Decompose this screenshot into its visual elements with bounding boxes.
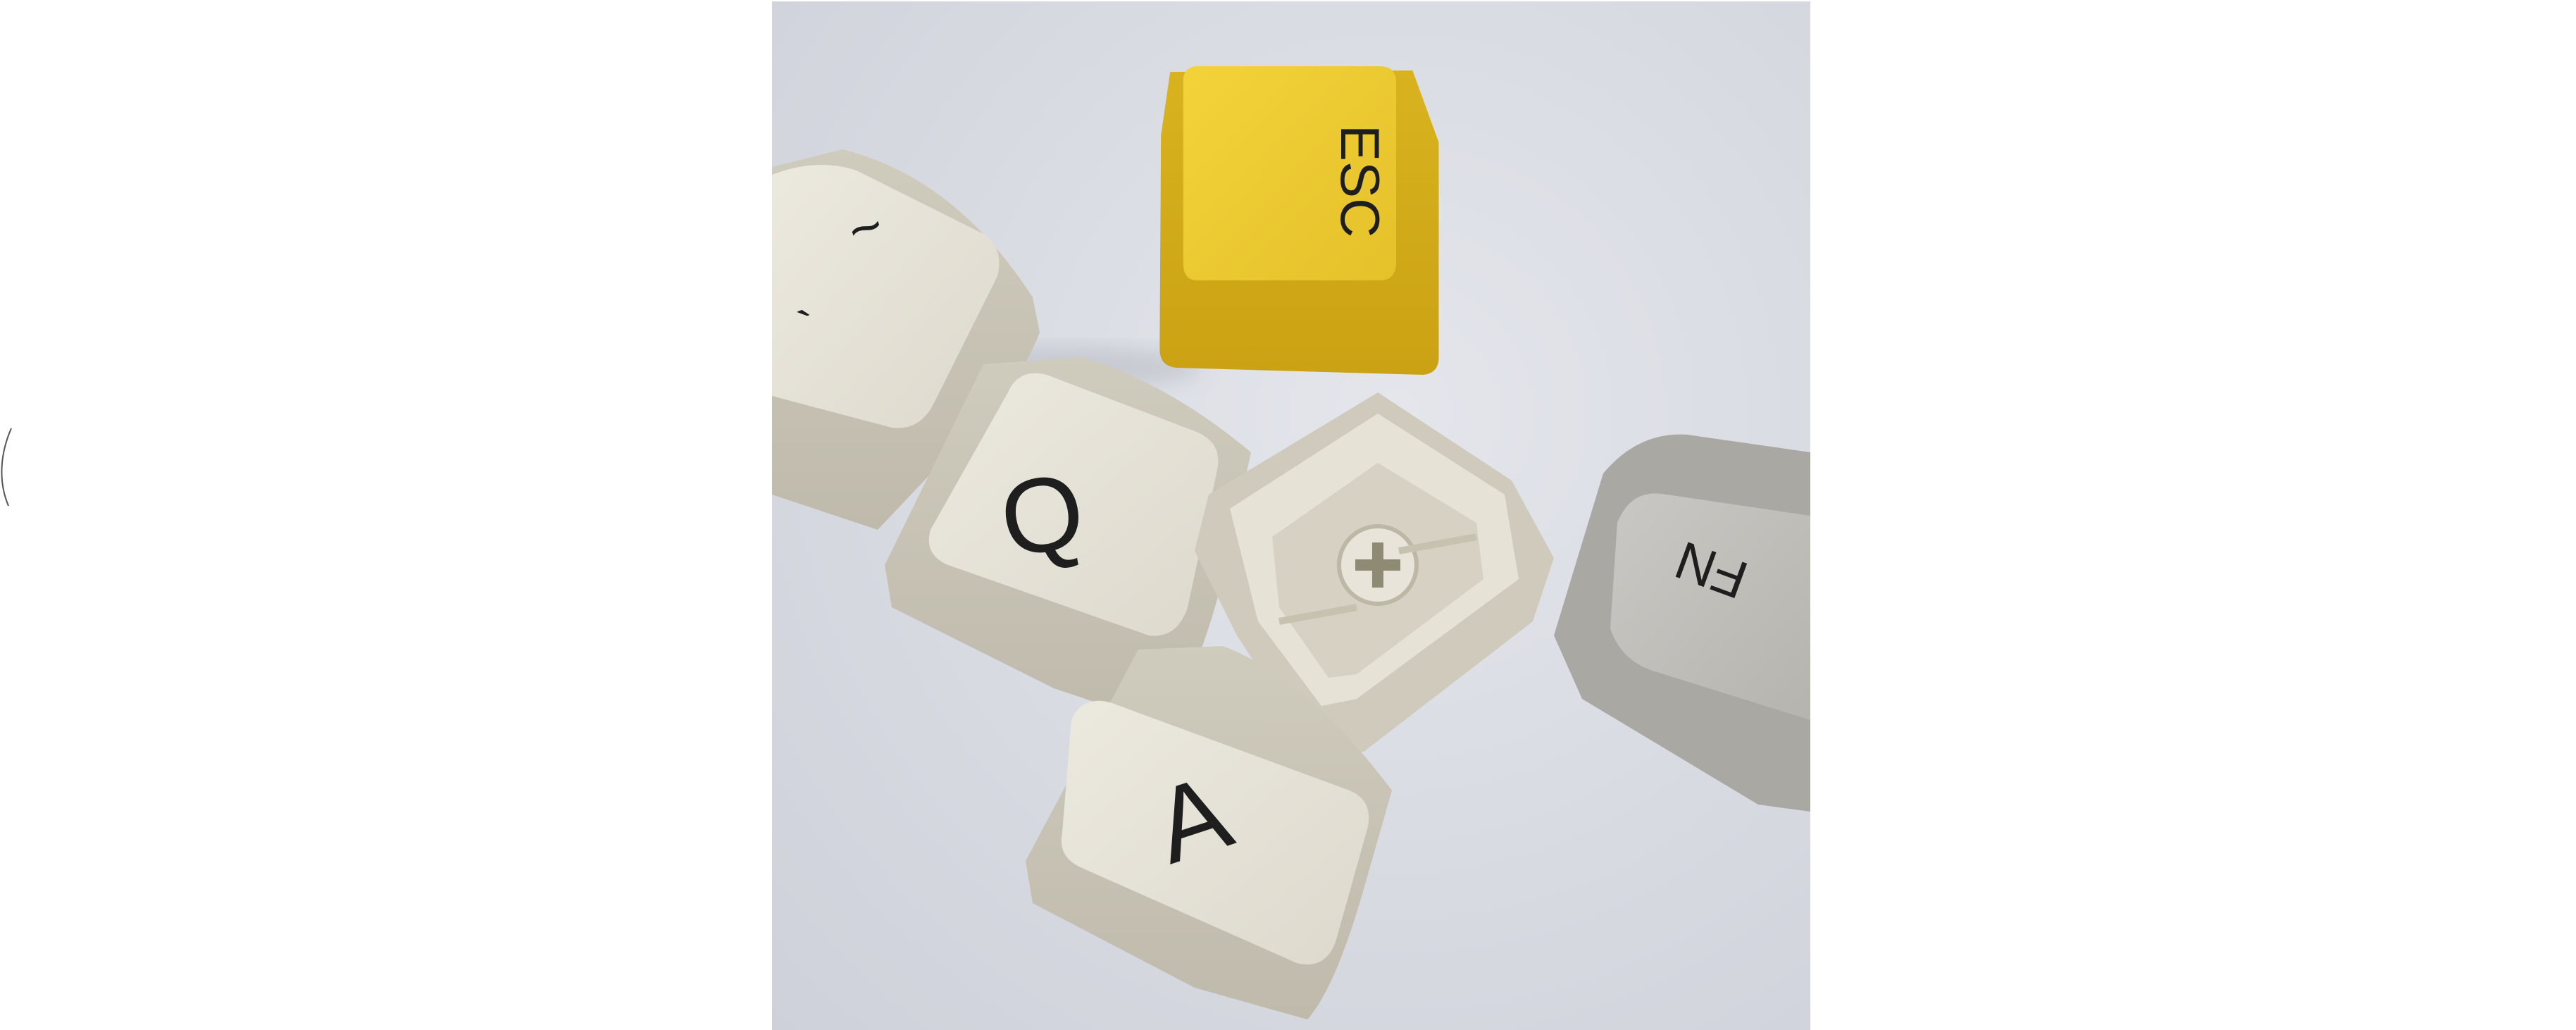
edge-mark: [1, 428, 12, 507]
keycaps-scene: ESC ~ ` Q A FN: [772, 66, 1810, 1019]
esc-legend: ESC: [1329, 125, 1391, 237]
fn-keycap: FN: [1554, 434, 1810, 812]
keycaps-photo: ESC ~ ` Q A FN: [772, 1, 1810, 1030]
page: ESC ~ ` Q A FN: [0, 0, 2576, 1030]
